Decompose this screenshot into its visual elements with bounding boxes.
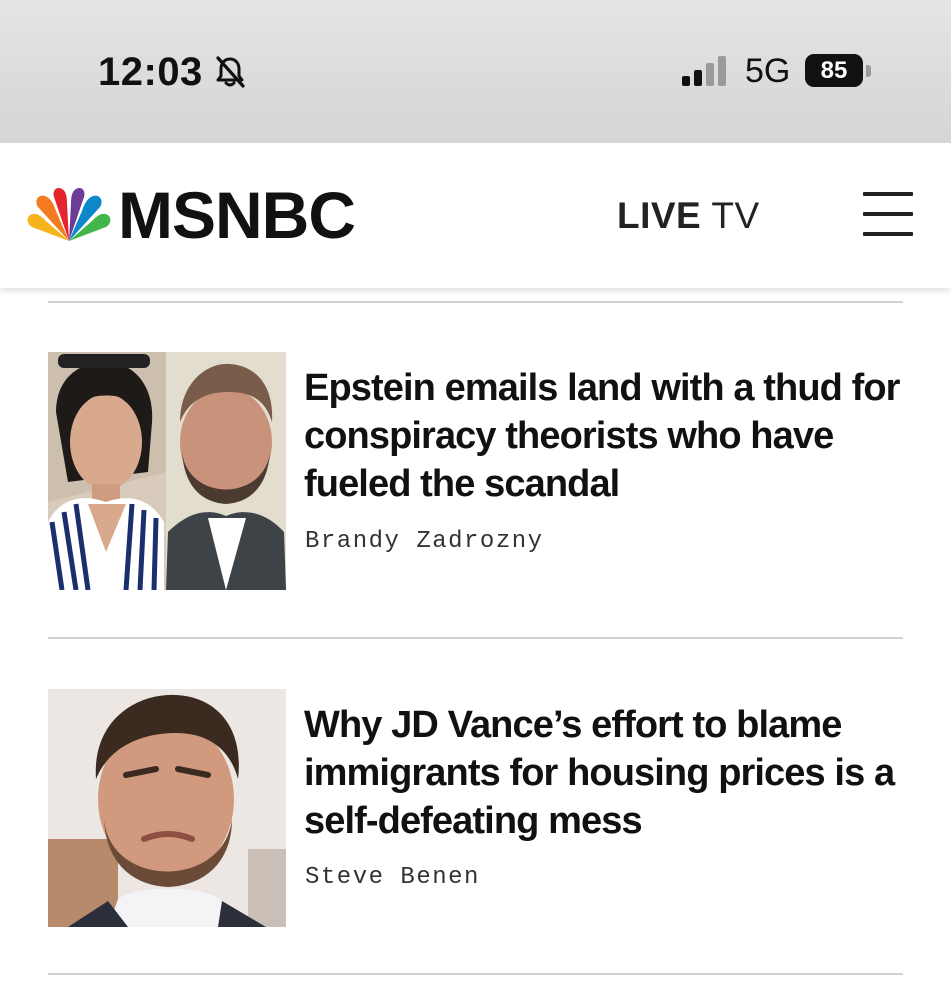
article-headline[interactable]: Epstein emails land with a thud for cons… xyxy=(304,364,904,508)
battery-icon: 85 xyxy=(805,54,863,87)
signal-bars-icon xyxy=(682,56,726,86)
battery-level: 85 xyxy=(820,56,848,84)
bell-slash-icon xyxy=(216,56,245,88)
network-type: 5G xyxy=(745,52,791,90)
article-thumbnail-image[interactable] xyxy=(48,689,286,927)
hamburger-menu-icon[interactable] xyxy=(861,190,913,238)
status-time: 12:03 xyxy=(98,50,203,94)
article-byline[interactable]: Steve Benen xyxy=(305,864,480,891)
status-bar: 12:03 5G 85 xyxy=(0,0,951,143)
site-header: MSNBC LIVE TV xyxy=(0,143,951,288)
msnbc-logo-text[interactable]: MSNBC xyxy=(118,175,356,255)
menu-bar-middle xyxy=(863,212,913,216)
article-byline[interactable]: Brandy Zadrozny xyxy=(305,528,544,555)
peacock-logo-icon[interactable] xyxy=(24,187,114,243)
article-headline[interactable]: Why JD Vance’s effort to blame immigrant… xyxy=(304,701,904,845)
battery-tip xyxy=(866,65,871,77)
article-thumbnail-image[interactable] xyxy=(48,352,286,590)
divider xyxy=(48,637,903,639)
article-card[interactable]: Epstein emails land with a thud for cons… xyxy=(48,352,903,590)
menu-bar-bottom xyxy=(863,232,913,236)
article-card[interactable]: Why JD Vance’s effort to blame immigrant… xyxy=(48,689,903,927)
menu-bar-top xyxy=(863,192,913,196)
live-tv-link[interactable]: LIVE TV xyxy=(617,195,760,237)
live-label: LIVE xyxy=(617,195,702,236)
tv-label: TV xyxy=(711,195,760,236)
divider xyxy=(48,301,903,303)
divider xyxy=(48,973,903,975)
